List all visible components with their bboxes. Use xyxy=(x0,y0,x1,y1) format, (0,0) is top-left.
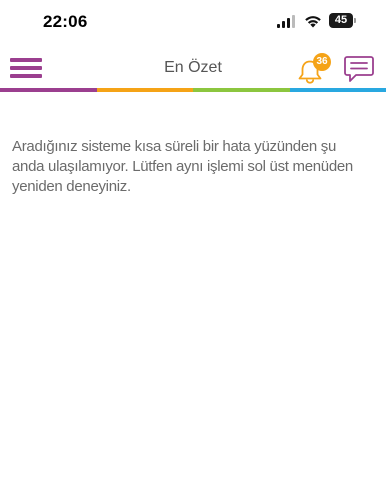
cellular-signal-icon xyxy=(277,15,295,28)
chat-bubble-icon xyxy=(344,56,374,82)
notifications-button[interactable]: 36 xyxy=(295,53,331,85)
strip-segment-green xyxy=(193,88,290,92)
header-color-strip xyxy=(0,88,386,92)
status-time: 22:06 xyxy=(43,12,88,31)
strip-segment-purple xyxy=(0,88,97,92)
strip-segment-orange xyxy=(96,88,193,92)
messages-button[interactable] xyxy=(343,54,375,84)
battery-level: 45 xyxy=(334,14,348,26)
status-bar: 22:06 45 xyxy=(0,0,386,48)
strip-segment-blue xyxy=(289,88,386,92)
notification-count-badge: 36 xyxy=(313,53,331,71)
wifi-icon xyxy=(305,16,321,28)
error-message: Aradığınız sisteme kısa süreli bir hata … xyxy=(12,138,353,195)
battery-icon: 45 xyxy=(329,13,356,28)
app-header: En Özet 36 xyxy=(0,48,386,88)
